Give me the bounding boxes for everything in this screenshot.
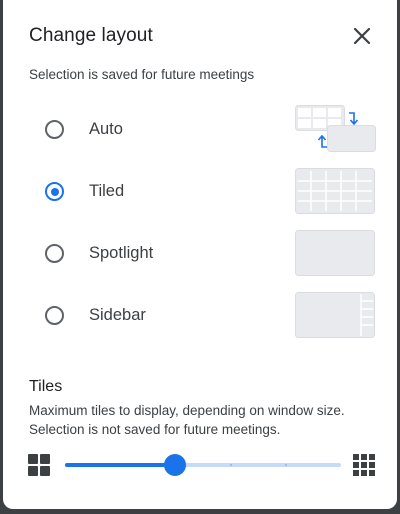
layout-option-sidebar[interactable]: Sidebar xyxy=(3,288,397,346)
layout-option-auto[interactable]: Auto xyxy=(3,102,397,160)
tiles-description-line: Maximum tiles to display, depending on w… xyxy=(29,403,345,418)
tiles-slider[interactable] xyxy=(65,454,341,476)
layout-option-label: Sidebar xyxy=(89,306,146,324)
layout-option-label: Spotlight xyxy=(89,244,154,262)
spotlight-layout-icon xyxy=(295,230,375,281)
dialog-title: Change layout xyxy=(29,25,153,46)
layout-option-label: Auto xyxy=(89,120,123,138)
tiles-heading: Tiles xyxy=(29,378,63,395)
tiles-description-line: Selection is not saved for future meetin… xyxy=(29,422,281,437)
slider-fill xyxy=(65,463,176,467)
slider-step-tick xyxy=(229,464,232,466)
layout-option-label: Tiled xyxy=(89,182,125,200)
tiles-slider-row xyxy=(3,450,397,480)
close-icon xyxy=(353,27,371,45)
radio-auto[interactable] xyxy=(45,120,64,139)
tiles-description: Maximum tiles to display, depending on w… xyxy=(29,401,345,439)
dialog-subtitle: Selection is saved for future meetings xyxy=(29,67,255,82)
slider-thumb[interactable] xyxy=(164,454,187,476)
tiled-layout-icon xyxy=(295,168,375,219)
layout-option-spotlight[interactable]: Spotlight xyxy=(3,226,397,284)
auto-layout-icon xyxy=(295,105,377,158)
close-button[interactable] xyxy=(348,22,376,50)
radio-spotlight[interactable] xyxy=(45,244,64,263)
radio-sidebar[interactable] xyxy=(45,306,64,325)
slider-step-tick xyxy=(284,464,287,466)
radio-tiled[interactable] xyxy=(45,182,64,201)
layout-option-tiled[interactable]: Tiled xyxy=(3,164,397,222)
grid-small-icon xyxy=(28,454,50,481)
grid-large-icon xyxy=(353,454,375,481)
change-layout-dialog: Change layout Selection is saved for fut… xyxy=(3,0,397,509)
sidebar-layout-icon xyxy=(295,292,375,343)
